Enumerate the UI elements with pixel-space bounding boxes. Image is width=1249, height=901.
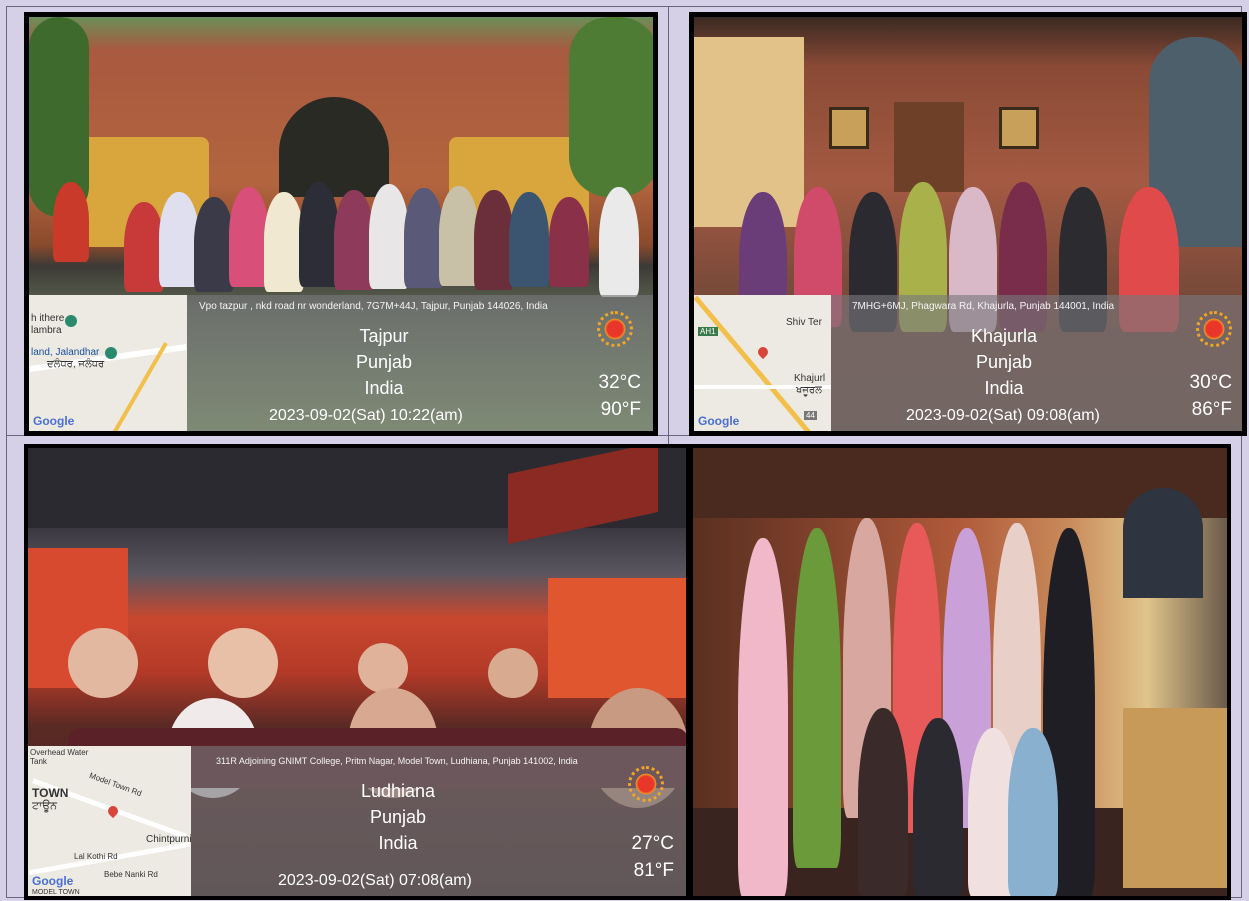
google-logo: Google	[33, 414, 75, 428]
map-label: MODEL TOWN	[32, 889, 80, 896]
map-label: Lal Kothi Rd	[74, 852, 118, 861]
date-time: 2023-09-02(Sat) 10:22(am)	[269, 407, 463, 424]
address-text: Vpo tazpur , nkd road nr wonderland, 7G7…	[199, 301, 548, 312]
temperature-block: 27°C 81°F	[632, 830, 674, 884]
temperature-fahrenheit: 86°F	[1191, 399, 1232, 420]
group-people	[124, 182, 594, 292]
geotag-overlay: Overhead Water Tank TOWN ਟਾਊਨ Model Town…	[28, 746, 686, 896]
map-label: Model Town Rd	[88, 770, 143, 799]
map-label: land, Jalandhar	[31, 347, 100, 358]
map-label: Overhead Water Tank	[30, 748, 89, 766]
location-block: Tajpur Punjab India	[329, 323, 439, 401]
state-name: Punjab	[975, 352, 1033, 372]
map-label: h ithere	[31, 313, 65, 324]
map-thumbnail: h ithere lambra land, Jalandhar ਦਲੰਧਰ, ਜ…	[29, 295, 187, 431]
location-block: Khajurla Punjab India	[949, 323, 1059, 401]
date-time: 2023-09-02(Sat) 09:08(am)	[906, 407, 1100, 424]
country-name: India	[364, 378, 404, 398]
map-marker-icon	[65, 315, 77, 327]
map-label: ਦਲੰਧਰ, ਜਲੰਧਰ	[47, 359, 105, 370]
map-thumbnail: AH1 Shiv Ter Khajurl ਖਜੂਰਲ 44 Google	[694, 295, 831, 431]
map-label: Khajurl	[794, 373, 826, 384]
city-name: Khajurla	[970, 326, 1038, 346]
map-thumbnail: Overhead Water Tank TOWN ਟਾਊਨ Model Town…	[28, 746, 191, 896]
map-label: Bebe Nanki Rd	[104, 870, 158, 879]
sun-icon	[628, 766, 664, 802]
photo-ludhiana-bus: Overhead Water Tank TOWN ਟਾਊਨ Model Town…	[24, 444, 690, 900]
address-text: 7MHG+6MJ, Phagwara Rd, Khajurla, Punjab …	[852, 301, 1115, 312]
temperature-celsius: 27°C	[631, 833, 674, 854]
city-name: Tajpur	[359, 326, 409, 346]
temperature-fahrenheit: 90°F	[600, 399, 641, 420]
country-name: India	[984, 378, 1024, 398]
state-name: Punjab	[355, 352, 413, 372]
map-label: 44	[804, 411, 817, 420]
map-label: Shiv Ter	[786, 317, 822, 328]
sun-icon	[1196, 311, 1232, 347]
photo-khajurla: AH1 Shiv Ter Khajurl ਖਜੂਰਲ 44 Google 7MH…	[689, 12, 1247, 436]
date-time: 2023-09-02(Sat) 07:08(am)	[278, 872, 472, 889]
map-label: Chintpurni M	[146, 834, 191, 845]
state-name: Punjab	[369, 807, 427, 827]
map-marker-icon	[755, 344, 771, 360]
geotag-overlay: AH1 Shiv Ter Khajurl ਖਜੂਰਲ 44 Google 7MH…	[694, 295, 1242, 431]
map-label: ਟਾਊਨ	[32, 800, 58, 812]
address-text: 311R Adjoining GNIMT College, Pritm Naga…	[216, 756, 578, 766]
map-label: lambra	[31, 325, 62, 336]
photo-tajpur: h ithere lambra land, Jalandhar ਦਲੰਧਰ, ਜ…	[24, 12, 658, 436]
google-logo: Google	[698, 414, 740, 428]
person-right	[599, 187, 639, 297]
city-name: Ludhiana	[360, 781, 436, 801]
group-people	[738, 508, 1138, 896]
location-block: Ludhiana Punjab India	[343, 778, 453, 856]
temperature-celsius: 32°C	[598, 372, 641, 393]
map-label: TOWN	[32, 786, 69, 800]
temperature-fahrenheit: 81°F	[633, 860, 674, 881]
map-label: ਖਜੂਰਲ	[796, 385, 822, 396]
sun-icon	[597, 311, 633, 347]
person-left	[53, 182, 89, 262]
map-label: AH1	[698, 327, 718, 336]
temperature-block: 32°C 90°F	[599, 369, 641, 423]
country-name: India	[378, 833, 418, 853]
geotag-overlay: h ithere lambra land, Jalandhar ਦਲੰਧਰ, ਜ…	[29, 295, 653, 431]
photo-restaurant-group	[689, 444, 1231, 900]
google-logo: Google	[32, 874, 74, 888]
temperature-celsius: 30°C	[1189, 372, 1232, 393]
temperature-block: 30°C 86°F	[1190, 369, 1232, 423]
map-marker-icon	[105, 347, 117, 359]
